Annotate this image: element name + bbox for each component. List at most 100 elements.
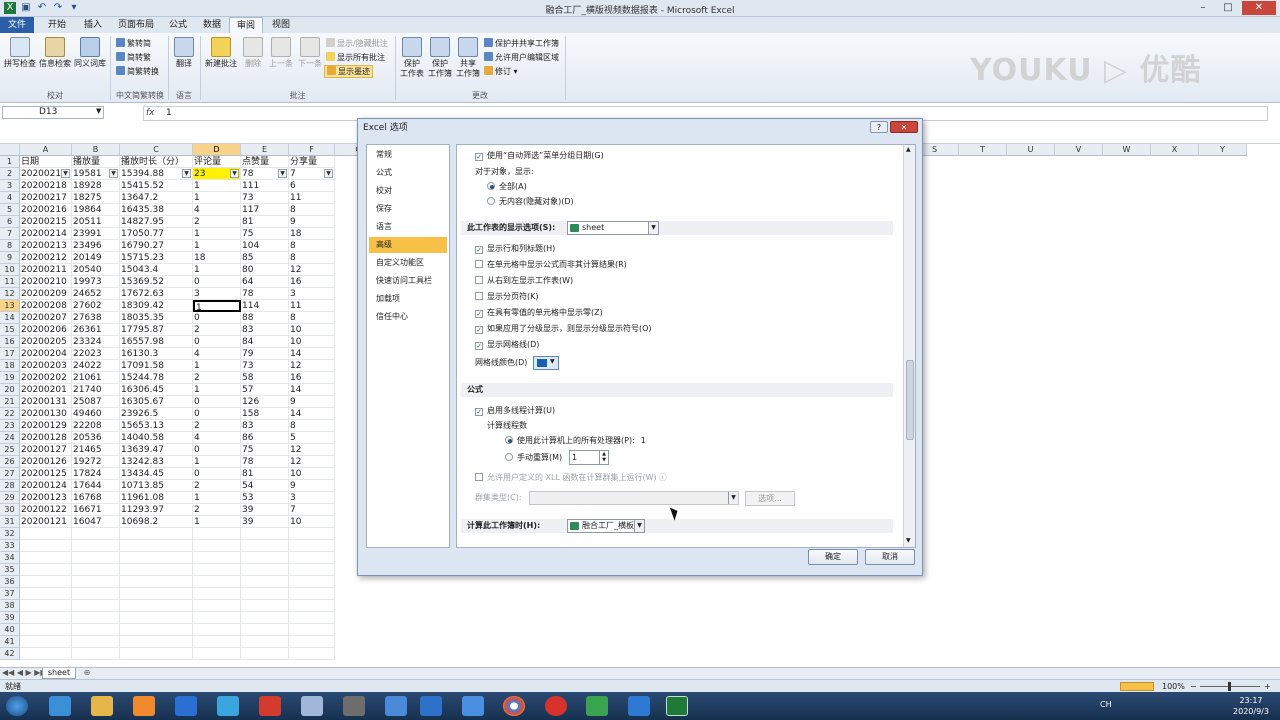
- column-header-u[interactable]: U: [1007, 144, 1055, 156]
- empty-cell[interactable]: [120, 540, 193, 552]
- tab-view[interactable]: 视图: [265, 17, 297, 33]
- empty-cell[interactable]: [20, 540, 72, 552]
- empty-cell[interactable]: [20, 564, 72, 576]
- name-box[interactable]: D13: [2, 106, 104, 119]
- table-cell[interactable]: 14: [289, 384, 335, 396]
- table-cell[interactable]: 14: [289, 348, 335, 360]
- row-header[interactable]: 22: [0, 408, 20, 420]
- table-cell[interactable]: 17672.63: [120, 288, 193, 300]
- row-header[interactable]: 34: [0, 552, 20, 564]
- manual-threads-radio[interactable]: 手动重算(M): [505, 452, 562, 464]
- table-cell[interactable]: 15394.88 ▼: [120, 168, 193, 180]
- table-cell[interactable]: 24652: [72, 288, 120, 300]
- delete-comment-button[interactable]: 删除: [240, 37, 266, 69]
- page-breaks-option[interactable]: 显示分页符(K): [475, 291, 539, 303]
- name-box-dropdown-icon[interactable]: ▼: [96, 107, 101, 115]
- table-cell[interactable]: 15043.4: [120, 264, 193, 276]
- table-cell[interactable]: 16790.27: [120, 240, 193, 252]
- table-cell[interactable]: 18035.35: [120, 312, 193, 324]
- table-cell[interactable]: 1: [193, 300, 241, 312]
- nav-item[interactable]: 语言: [369, 219, 447, 235]
- show-all-comments-button[interactable]: 显示所有批注: [326, 52, 385, 63]
- empty-cell[interactable]: [20, 624, 72, 636]
- workbook-select[interactable]: 融合工厂_横板... ▼: [567, 519, 645, 533]
- table-cell[interactable]: 1: [193, 192, 241, 204]
- clock-date[interactable]: 2020/9/3: [1226, 707, 1276, 716]
- row-header[interactable]: 32: [0, 528, 20, 540]
- table-cell[interactable]: 7: [289, 504, 335, 516]
- table-cell[interactable]: 2: [193, 216, 241, 228]
- tab-home[interactable]: 开始: [40, 17, 74, 33]
- empty-cell[interactable]: [289, 636, 335, 648]
- row-header[interactable]: 33: [0, 540, 20, 552]
- table-cell[interactable]: 85: [241, 252, 289, 264]
- table-cell[interactable]: 16671: [72, 504, 120, 516]
- simp-to-trad-button[interactable]: 简转繁: [116, 52, 151, 63]
- row-header[interactable]: 6: [0, 216, 20, 228]
- table-cell[interactable]: 2: [193, 504, 241, 516]
- table-cell[interactable]: 23496: [72, 240, 120, 252]
- table-cell[interactable]: 20149: [72, 252, 120, 264]
- table-cell[interactable]: 25087: [72, 396, 120, 408]
- view-buttons-icon[interactable]: [1120, 682, 1154, 691]
- empty-cell[interactable]: [120, 528, 193, 540]
- empty-cell[interactable]: [120, 636, 193, 648]
- row-header[interactable]: 18: [0, 360, 20, 372]
- table-cell[interactable]: 1: [193, 180, 241, 192]
- table-cell[interactable]: 23324: [72, 336, 120, 348]
- table-cell[interactable]: 104: [241, 240, 289, 252]
- empty-cell[interactable]: [289, 624, 335, 636]
- table-cell[interactable]: 20200129: [20, 420, 72, 432]
- empty-cell[interactable]: [193, 552, 241, 564]
- close-button[interactable]: ✕: [1242, 1, 1276, 15]
- table-cell[interactable]: 21740: [72, 384, 120, 396]
- row-header[interactable]: 38: [0, 600, 20, 612]
- start-icon[interactable]: [6, 696, 28, 716]
- table-cell[interactable]: 9: [289, 396, 335, 408]
- empty-cell[interactable]: [120, 588, 193, 600]
- protect-sheet-button[interactable]: 保护 工作表: [398, 37, 426, 79]
- nav-item[interactable]: 公式: [369, 165, 447, 181]
- spell-check-button[interactable]: 拼写检查: [3, 37, 37, 69]
- table-cell[interactable]: 4: [193, 432, 241, 444]
- table-cell[interactable]: 20200131: [20, 396, 72, 408]
- empty-cell[interactable]: [20, 552, 72, 564]
- table-cell[interactable]: 4: [193, 204, 241, 216]
- column-header-y[interactable]: Y: [1199, 144, 1247, 156]
- row-header[interactable]: 28: [0, 480, 20, 492]
- row-header[interactable]: 41: [0, 636, 20, 648]
- app-icon[interactable]: [259, 696, 281, 716]
- table-cell[interactable]: 20200124: [20, 480, 72, 492]
- table-cell[interactable]: 27602: [72, 300, 120, 312]
- table-cell[interactable]: 54: [241, 480, 289, 492]
- table-cell[interactable]: 18928: [72, 180, 120, 192]
- table-cell[interactable]: 20200217: [20, 192, 72, 204]
- empty-cell[interactable]: [20, 648, 72, 660]
- empty-cell[interactable]: [72, 600, 120, 612]
- row-header[interactable]: 30: [0, 504, 20, 516]
- table-cell[interactable]: 20536: [72, 432, 120, 444]
- table-cell[interactable]: 24022: [72, 360, 120, 372]
- table-cell[interactable]: 17091.58: [120, 360, 193, 372]
- empty-cell[interactable]: [193, 528, 241, 540]
- empty-cell[interactable]: [241, 624, 289, 636]
- clock-time[interactable]: 23:17: [1226, 696, 1276, 705]
- nav-item[interactable]: 常规: [369, 147, 447, 163]
- table-cell[interactable]: 81: [241, 468, 289, 480]
- show-zero-option[interactable]: ✓ 在具有零值的单元格中显示零(Z): [475, 307, 603, 319]
- table-cell[interactable]: 18309.42: [120, 300, 193, 312]
- nav-item[interactable]: 信任中心: [369, 309, 447, 325]
- show-hide-comment-button[interactable]: 显示/隐藏批注: [326, 38, 388, 49]
- app-icon[interactable]: [343, 696, 365, 716]
- empty-cell[interactable]: [289, 528, 335, 540]
- empty-cell[interactable]: [241, 528, 289, 540]
- empty-cell[interactable]: [120, 624, 193, 636]
- table-cell[interactable]: 12: [289, 264, 335, 276]
- empty-cell[interactable]: [120, 564, 193, 576]
- empty-cell[interactable]: [241, 588, 289, 600]
- table-cell[interactable]: 16557.98: [120, 336, 193, 348]
- table-cell[interactable]: 13242.83: [120, 456, 193, 468]
- xll-cluster-option[interactable]: 允许用户定义的 XLL 函数在计算群集上运行(W) ⓘ: [475, 472, 667, 484]
- table-cell[interactable]: 11961.08: [120, 492, 193, 504]
- column-header-f[interactable]: F: [289, 144, 335, 156]
